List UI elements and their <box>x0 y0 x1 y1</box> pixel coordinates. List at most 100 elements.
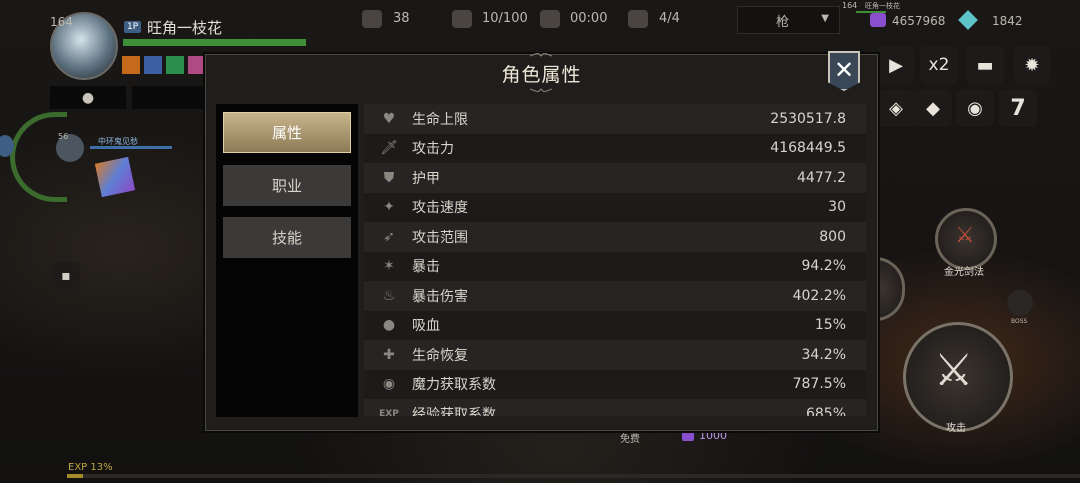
bag-tab-button[interactable] <box>132 86 208 109</box>
play-icon: ▶ <box>889 54 903 76</box>
settings-button[interactable]: ✹ <box>1013 46 1051 84</box>
skill-slot-1[interactable]: ◈ <box>877 89 915 127</box>
close-icon: ✕ <box>833 56 855 84</box>
character-attributes-dialog: 角色属性 ✕ 属性 职业 技能 ♥ 生命上限 2530517.8 🗡 攻击力 416844… <box>205 51 878 431</box>
exp-label: EXP 13% <box>68 462 113 473</box>
kills-icon <box>362 10 382 28</box>
stat-row: ➶ 攻击范围 800 <box>364 222 866 252</box>
stat-name: 护甲 <box>412 170 440 187</box>
gem-slot-icon: ◆ <box>926 97 940 119</box>
attack-button[interactable]: ⚔ <box>903 322 1013 432</box>
wave-count: 4/4 <box>659 11 680 26</box>
kills-count: 38 <box>393 11 410 26</box>
buff-icon <box>144 56 162 74</box>
skill-slot-3[interactable]: ◉ <box>956 89 994 127</box>
shield-icon: ⛊ <box>383 169 395 186</box>
speed-label: x2 <box>928 55 950 75</box>
boss-icon[interactable] <box>1007 290 1033 316</box>
speed-button[interactable]: x2 <box>920 46 958 84</box>
exp-track <box>67 474 1080 478</box>
hp-icon <box>452 10 472 28</box>
mana-icon: ◉ <box>382 376 396 393</box>
sword-attack-icon: ⚔ <box>934 345 974 396</box>
title-ornament-bottom <box>530 88 552 92</box>
play-button[interactable]: ▶ <box>877 46 915 84</box>
stat-value: 787.5% <box>792 376 846 393</box>
buff-icon <box>188 56 206 74</box>
ally-level: 164 <box>842 1 858 10</box>
stat-row: ⛊ 护甲 4477.2 <box>364 163 866 193</box>
heal-icon: ✚ <box>383 346 395 363</box>
stat-value: 34.2% <box>801 346 846 363</box>
gem-icon <box>870 13 886 27</box>
gem-slot-icon: ◈ <box>889 97 903 119</box>
person-icon: ● <box>81 89 95 106</box>
gem-cost-icon <box>682 430 694 441</box>
chat-button[interactable]: ▪ <box>52 262 80 290</box>
wave-icon <box>628 10 648 28</box>
stat-row: EXP 经验获取系数 685% <box>364 399 866 416</box>
gem-count: 4657968 <box>892 14 946 28</box>
hp-count: 10/100 <box>482 11 528 26</box>
gem-slot-icon: ◉ <box>967 97 983 119</box>
stat-row: ● 吸血 15% <box>364 310 866 340</box>
tab-panel: 属性 职业 技能 <box>216 104 358 417</box>
wing-icon: ✦ <box>383 199 395 216</box>
tab-skills[interactable]: 技能 <box>223 217 351 258</box>
skill-name-label: 金光剑法 <box>944 267 984 278</box>
buff-icons <box>122 56 210 74</box>
stat-value: 800 <box>819 228 846 245</box>
stat-name: 暴击伤害 <box>412 288 468 305</box>
weapon-select-value: 枪 <box>776 15 790 30</box>
party-member-level: 56 <box>58 132 69 141</box>
player-hp-bar <box>123 39 306 46</box>
stat-value: 30 <box>828 199 846 216</box>
player-level: 164 <box>50 15 73 29</box>
heart-icon: ♥ <box>382 110 396 127</box>
stat-name: 魔力获取系数 <box>412 377 496 394</box>
chest-icon[interactable] <box>94 156 136 198</box>
tab-attributes[interactable]: 属性 <box>223 112 351 153</box>
skill-button-golden-sword[interactable]: ⚔ <box>935 208 997 270</box>
free-label[interactable]: 免费 <box>620 430 640 445</box>
stat-row: ♨ 暴击伤害 402.2% <box>364 281 866 311</box>
sword-skill-icon: ⚔ <box>955 223 975 248</box>
stat-name: 攻击速度 <box>412 200 468 217</box>
buff-icon <box>122 56 140 74</box>
stat-value: 4168449.5 <box>770 140 846 157</box>
stat-name: 生命上限 <box>412 111 468 128</box>
stat-name: 吸血 <box>412 318 440 335</box>
sword-icon: 🗡 <box>380 140 398 157</box>
weapon-select[interactable]: 枪 ▼ <box>737 6 840 34</box>
gear-icon: ✹ <box>1024 54 1040 76</box>
player-name: 旺角一枝花 <box>147 19 223 37</box>
stat-value: 402.2% <box>792 287 846 304</box>
skill-slot-4[interactable]: 7 <box>999 89 1037 127</box>
crit-icon: ✶ <box>383 258 395 275</box>
stat-name: 攻击力 <box>412 141 454 158</box>
stat-row: ✦ 攻击速度 30 <box>364 192 866 222</box>
title-ornament-top <box>530 53 552 57</box>
stat-row: ✶ 暴击 94.2% <box>364 251 866 281</box>
exp-bar <box>67 474 83 478</box>
auto-icon: ▬ <box>976 54 994 76</box>
fire-icon: ♨ <box>382 287 396 304</box>
auto-button[interactable]: ▬ <box>966 46 1004 84</box>
stat-value: 4477.2 <box>797 169 846 186</box>
drop-icon: ● <box>382 317 396 334</box>
tab-class[interactable]: 职业 <box>223 165 351 206</box>
buff-icon <box>166 56 184 74</box>
stat-row: ◉ 魔力获取系数 787.5% <box>364 369 866 399</box>
stat-row: ♥ 生命上限 2530517.8 <box>364 104 866 134</box>
character-tab-button[interactable]: ● <box>50 86 126 109</box>
stat-name: 经验获取系数 <box>412 406 496 416</box>
crystal-count: 1842 <box>992 14 1023 28</box>
stat-name: 暴击 <box>412 259 440 276</box>
stats-list[interactable]: ♥ 生命上限 2530517.8 🗡 攻击力 4168449.5 ⛊ 护甲 4477.2 ✦ 攻击速… <box>364 104 866 416</box>
boss-label: BOSS <box>1011 318 1028 325</box>
seven-icon: 7 <box>1010 95 1026 121</box>
chevron-down-icon: ▼ <box>821 13 829 24</box>
skill-slot-2[interactable]: ◆ <box>914 89 952 127</box>
party-member-hp <box>90 146 172 149</box>
stat-value: 15% <box>814 317 846 334</box>
